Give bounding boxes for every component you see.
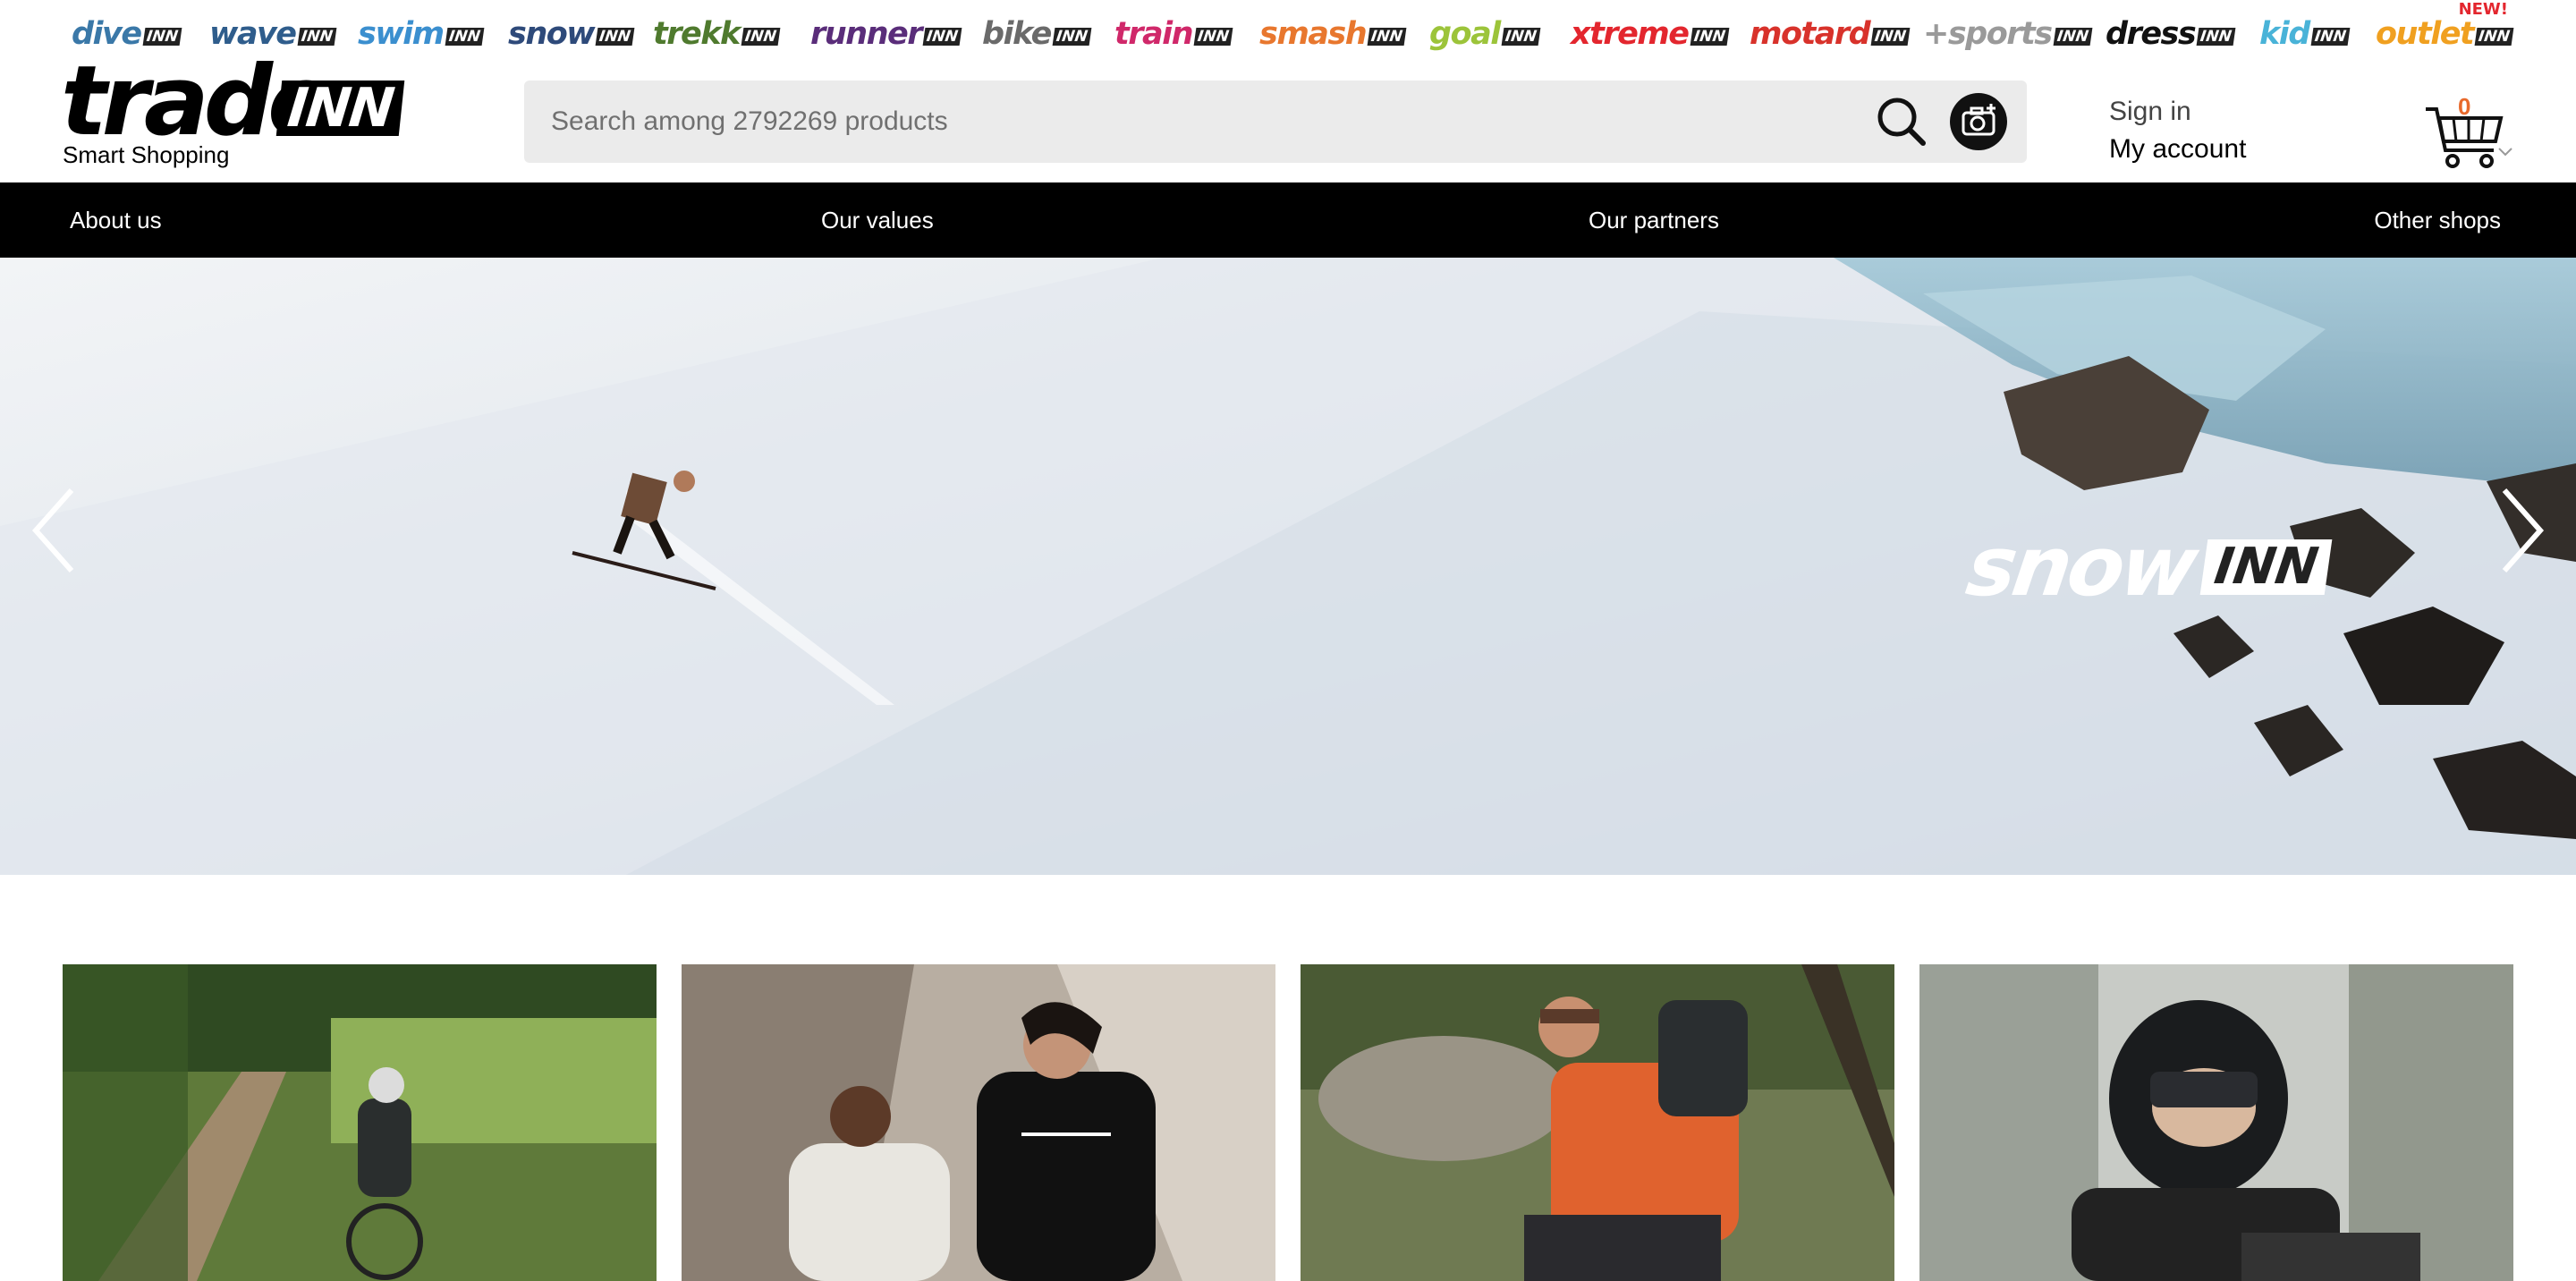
card-image-motorcyclist xyxy=(1919,964,2513,1281)
shop-link-goal[interactable]: goal INN xyxy=(1429,7,1540,52)
card-image-cyclist xyxy=(63,964,657,1281)
camera-search-icon[interactable] xyxy=(1950,93,2007,150)
chevron-down-icon[interactable] xyxy=(2497,147,2513,157)
shop-link-train[interactable]: train INN xyxy=(1114,7,1233,52)
search-icon[interactable] xyxy=(1873,93,1930,150)
shop-link-snow[interactable]: snow INN xyxy=(508,7,635,52)
search-input[interactable] xyxy=(524,81,1866,163)
main-nav: About us Our values Our partners Other s… xyxy=(0,182,2576,258)
shop-link-outlet[interactable]: outlet INN NEW! xyxy=(2376,0,2514,52)
shop-badge: INN xyxy=(1501,28,1540,46)
shop-link-dress[interactable]: dress INN xyxy=(2106,7,2236,52)
shop-name: smash xyxy=(1259,16,1368,52)
card-image-streetwear xyxy=(682,964,1275,1281)
shop-badge: INN xyxy=(922,28,962,46)
category-card-bike[interactable] xyxy=(63,964,657,1281)
chevron-right-icon[interactable] xyxy=(2487,481,2558,580)
shop-strip: dive INN wave INN swim INN snow INN trekk INN… xyxy=(0,0,2576,57)
shop-name: train xyxy=(1114,16,1194,52)
cart-button[interactable]: 0 xyxy=(2424,93,2513,174)
hero-brand-word: snow xyxy=(1961,519,2201,615)
shop-name: runner xyxy=(810,16,923,52)
logo-badge: INN xyxy=(275,77,405,140)
shop-link-runner[interactable]: runner INN xyxy=(810,7,962,52)
shop-link-kid[interactable]: kid INN xyxy=(2259,7,2351,52)
nav-about-us[interactable]: About us xyxy=(70,182,162,258)
shop-link-sports[interactable]: +sports INN xyxy=(1923,7,2092,52)
nav-our-partners[interactable]: Our partners xyxy=(1589,182,1719,258)
shop-link-motard[interactable]: motard INN xyxy=(1750,7,1911,52)
cart-count: 0 xyxy=(2458,93,2471,120)
shop-link-bike[interactable]: bike INN xyxy=(982,7,1092,52)
shop-name: bike xyxy=(982,16,1052,52)
snowinn-logo: snow INN xyxy=(1961,519,2334,615)
shop-name: trekk xyxy=(653,16,741,52)
category-cards xyxy=(0,964,2576,1281)
shop-name: snow xyxy=(508,16,596,52)
shop-link-trekk[interactable]: trekk INN xyxy=(653,7,780,52)
shop-badge: INN xyxy=(445,28,484,46)
site-header: trade INN Smart Shopping Sign in My acco… xyxy=(0,54,2576,182)
logo-tagline: Smart Shopping xyxy=(63,141,230,168)
shop-badge: INN xyxy=(297,28,336,46)
hero-banner[interactable]: snow INN xyxy=(0,258,2576,875)
shop-name: +sports xyxy=(1923,16,2053,52)
shop-name: goal xyxy=(1429,16,1501,52)
shop-badge: INN xyxy=(741,28,780,46)
nav-other-shops[interactable]: Other shops xyxy=(2374,182,2501,258)
nav-our-values[interactable]: Our values xyxy=(821,182,934,258)
shop-name: dress xyxy=(2106,16,2197,52)
shop-link-swim[interactable]: swim INN xyxy=(358,7,484,52)
card-image-hiker xyxy=(1301,964,1894,1281)
category-card-motard[interactable] xyxy=(1919,964,2513,1281)
new-flag: NEW! xyxy=(2458,0,2508,19)
shop-badge: INN xyxy=(2310,28,2351,46)
shop-link-smash[interactable]: smash INN xyxy=(1259,7,1407,52)
category-card-dress[interactable] xyxy=(682,964,1275,1281)
sign-in-link[interactable]: Sign in xyxy=(2109,93,2246,131)
chevron-left-icon[interactable] xyxy=(18,481,89,580)
search-bar xyxy=(524,81,2027,163)
category-card-trekk[interactable] xyxy=(1301,964,1894,1281)
shop-name: motard xyxy=(1750,16,1871,52)
shop-name: swim xyxy=(358,16,445,52)
shop-badge: INN xyxy=(595,28,635,46)
shop-badge: INN xyxy=(1193,28,1233,46)
hero-brand-badge: INN xyxy=(2200,538,2333,596)
shop-badge: INN xyxy=(2196,28,2236,46)
tradeinn-logo[interactable]: trade INN Smart Shopping xyxy=(61,54,405,174)
shop-badge: INN xyxy=(1870,28,1911,46)
shop-badge: INN xyxy=(1690,28,1729,46)
shop-badge: INN xyxy=(2474,28,2514,46)
shop-badge: INN xyxy=(1367,28,1407,46)
shop-badge: INN xyxy=(1052,28,1092,46)
shop-name: xtreme xyxy=(1571,16,1690,52)
shop-link-xtreme[interactable]: xtreme INN xyxy=(1571,7,1729,52)
account-links: Sign in My account xyxy=(2109,93,2246,168)
shop-badge: INN xyxy=(2053,28,2092,46)
shop-name: outlet xyxy=(2376,16,2475,52)
my-account-link[interactable]: My account xyxy=(2109,131,2246,168)
shop-badge: INN xyxy=(142,28,182,46)
shop-name: kid xyxy=(2259,16,2310,52)
